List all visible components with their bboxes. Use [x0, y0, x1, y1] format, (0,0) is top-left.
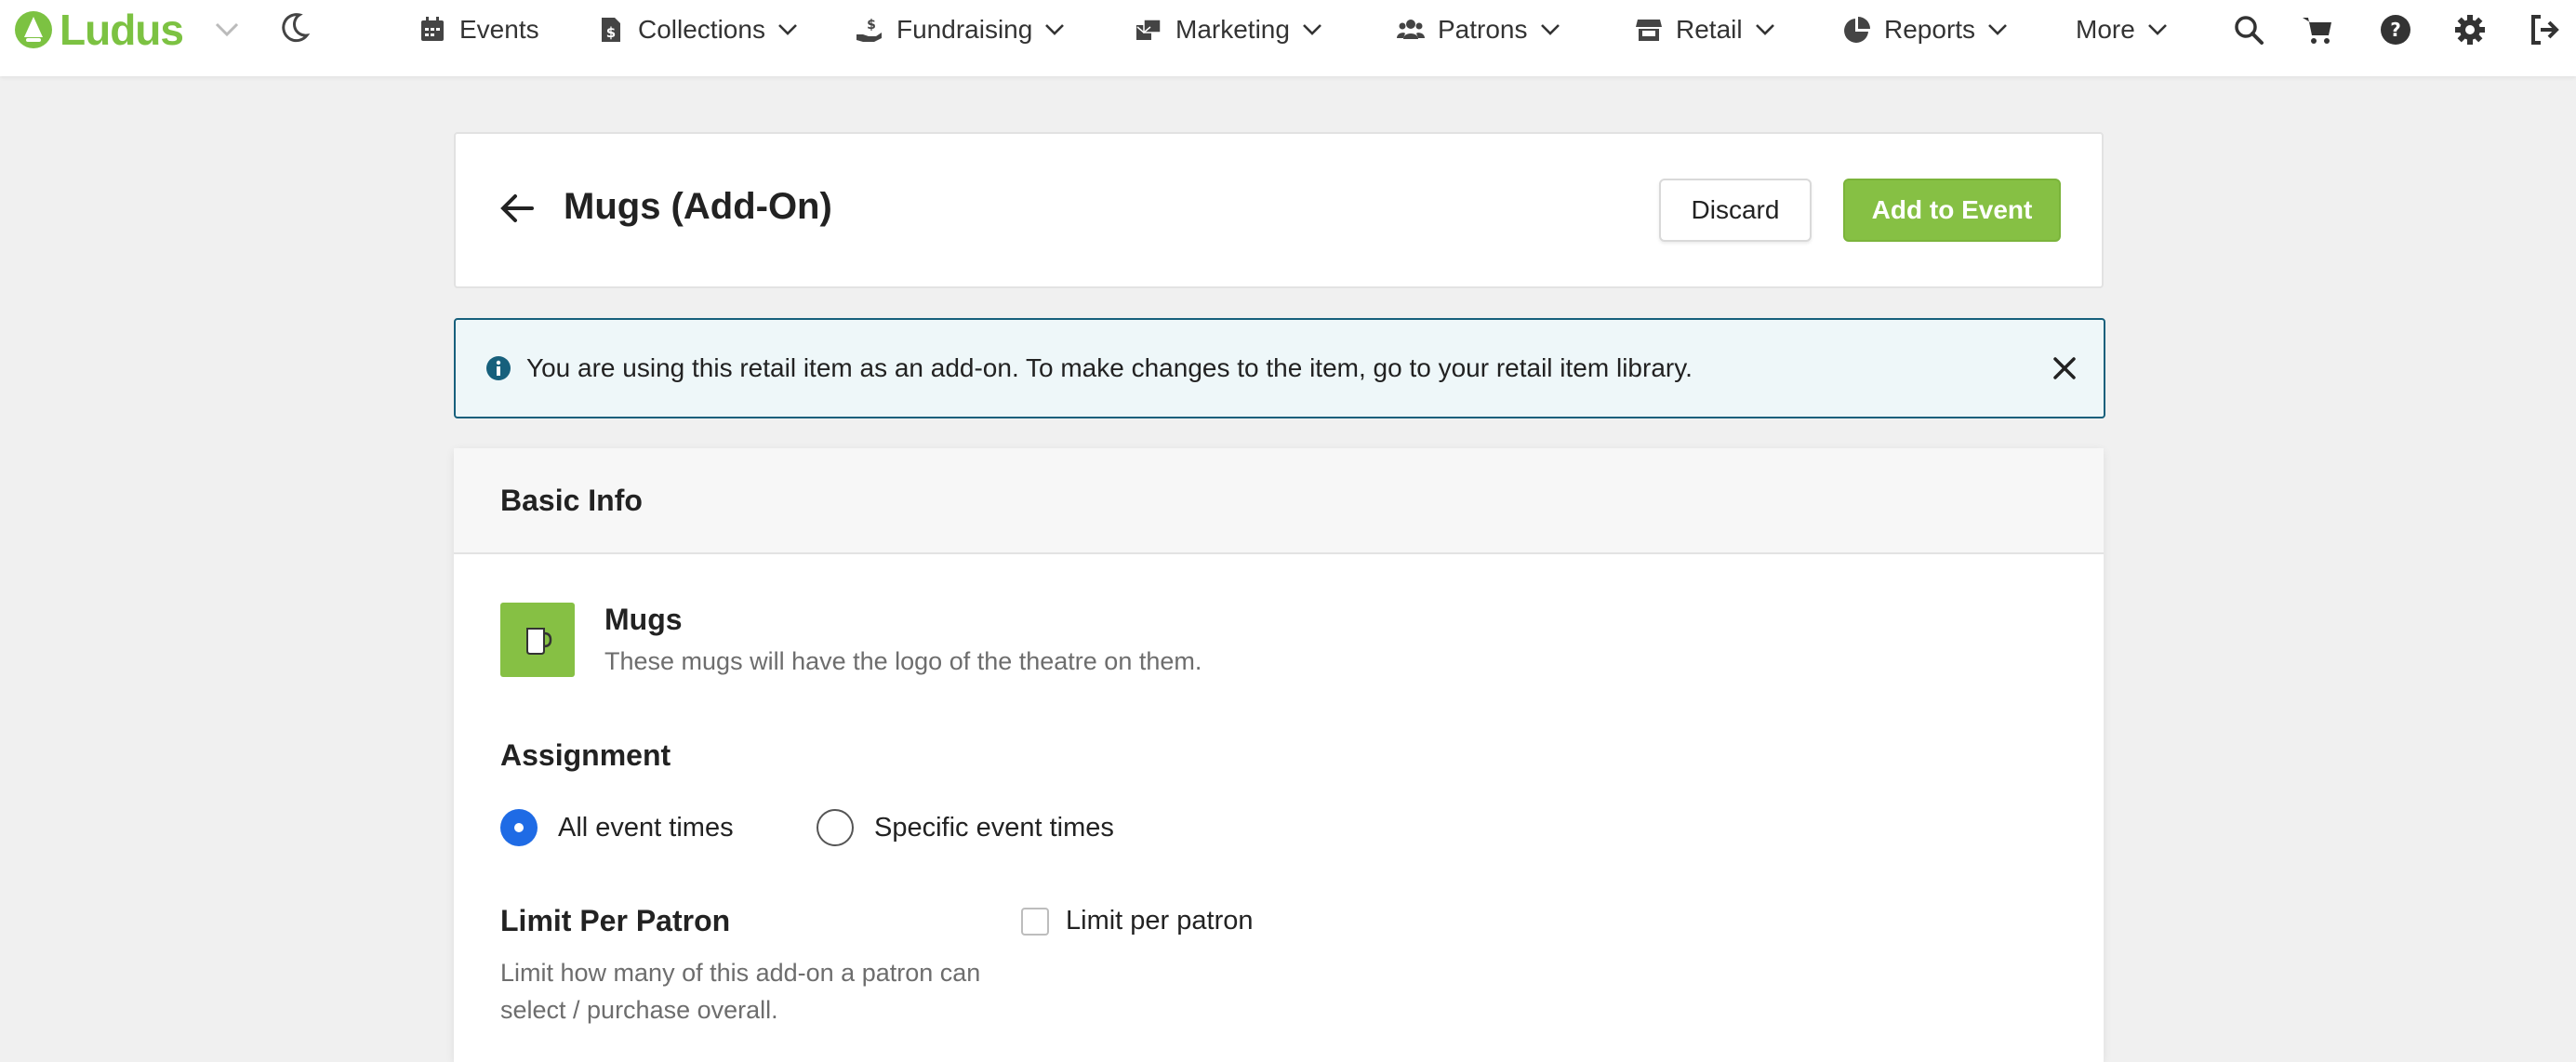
nav-reports[interactable]: Reports [1843, 6, 2009, 54]
top-nav: Ludus Events $ Collections $ Fundraising [0, 0, 2576, 76]
info-icon [486, 356, 511, 380]
chevron-down-icon [1755, 24, 1774, 35]
svg-text:$: $ [867, 18, 876, 33]
help-icon[interactable]: ? [2379, 13, 2412, 46]
nav-retail[interactable]: Retail [1635, 6, 1776, 54]
nav-marketing[interactable]: Marketing [1135, 6, 1323, 54]
mail-bulk-icon [1136, 19, 1162, 40]
svg-text:$: $ [606, 24, 616, 41]
info-banner: You are using this retail item as an add… [454, 318, 2105, 418]
chevron-down-icon[interactable] [212, 19, 242, 41]
nav-marketing-label: Marketing [1175, 15, 1290, 44]
gear-icon[interactable] [2453, 13, 2487, 46]
radio-specific-event-times-label: Specific event times [874, 812, 1114, 843]
mug-icon [526, 628, 552, 655]
item-description: These mugs will have the logo of the the… [604, 647, 1202, 675]
calendar-icon [421, 17, 444, 41]
nav-more[interactable]: More [2076, 6, 2169, 54]
nav-collections[interactable]: $ Collections [597, 6, 799, 54]
discard-button[interactable]: Discard [1659, 179, 1812, 242]
limit-per-patron-checkbox-label: Limit per patron [1066, 906, 1254, 936]
dark-mode-moon-icon[interactable] [277, 11, 311, 45]
assignment-label: Assignment [500, 738, 671, 772]
section-header: Basic Info [454, 448, 2104, 554]
chevron-down-icon [1303, 24, 1321, 35]
pie-chart-icon [1844, 17, 1870, 43]
nav-more-label: More [2076, 15, 2135, 44]
nav-events[interactable]: Events [418, 6, 539, 54]
radio-all-event-times-label: All event times [558, 812, 734, 843]
limit-help-text: Limit how many of this add-on a patron c… [500, 959, 981, 1024]
chevron-down-icon [1045, 24, 1065, 35]
nav-fundraising-label: Fundraising [896, 15, 1033, 44]
chevron-down-icon [2147, 24, 2167, 35]
chevron-down-icon [778, 24, 797, 35]
nav-reports-label: Reports [1884, 15, 1976, 44]
users-icon [1397, 20, 1425, 39]
nav-collections-label: Collections [638, 15, 765, 44]
page-header-card: Mugs (Add-On) Discard Add to Event [454, 132, 2104, 288]
dollar-file-icon: $ [602, 18, 620, 42]
cart-icon[interactable] [2301, 13, 2334, 46]
radio-all-event-times[interactable]: All event times [500, 809, 734, 846]
hand-dollar-icon: $ [856, 18, 882, 42]
radio-unselected-indicator [817, 809, 854, 846]
item-name: Mugs [604, 603, 683, 636]
ludus-logo[interactable]: Ludus [13, 6, 184, 54]
basic-info-card: Basic Info Mugs These mugs will have the… [454, 448, 2104, 1062]
limit-per-patron-checkbox-row[interactable]: Limit per patron [1021, 906, 1254, 936]
item-thumbnail [500, 603, 575, 677]
chevron-down-icon [1988, 24, 2007, 35]
logout-icon[interactable] [2528, 13, 2561, 46]
back-arrow-icon[interactable] [498, 192, 536, 225]
search-icon[interactable] [2232, 13, 2265, 46]
banner-message: You are using this retail item as an add… [526, 353, 1693, 382]
svg-text:?: ? [2390, 19, 2401, 41]
nav-fundraising[interactable]: $ Fundraising [856, 6, 1066, 54]
close-icon[interactable] [2050, 353, 2079, 383]
nav-retail-label: Retail [1676, 15, 1743, 44]
nav-patrons-label: Patrons [1438, 15, 1528, 44]
radio-selected-indicator [500, 809, 538, 846]
chevron-down-icon [1540, 24, 1560, 35]
limit-per-patron-heading: Limit Per Patron [500, 904, 731, 937]
brand-name: Ludus [60, 6, 184, 54]
store-icon [1636, 20, 1662, 41]
nav-events-label: Events [459, 15, 539, 44]
section-title: Basic Info [500, 484, 643, 517]
limit-per-patron-checkbox[interactable] [1021, 907, 1049, 936]
page-title: Mugs (Add-On) [564, 186, 832, 227]
add-to-event-button[interactable]: Add to Event [1843, 179, 2061, 242]
radio-specific-event-times[interactable]: Specific event times [817, 809, 1114, 846]
nav-patrons[interactable]: Patrons [1397, 6, 1561, 54]
ludus-logo-icon [15, 11, 52, 48]
